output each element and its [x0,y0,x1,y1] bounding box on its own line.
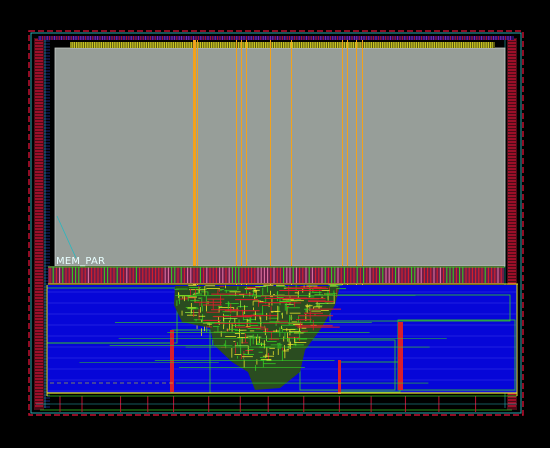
memory-pin-strip [70,42,495,48]
power-strap [362,40,363,290]
red-cell-column [398,322,403,390]
chip-layout-viewport[interactable]: MEM_PAR [0,0,550,448]
power-strap [193,40,196,290]
memory-io-channel [48,266,504,284]
red-cell-column [338,360,341,394]
power-strap [270,40,271,290]
power-strap [347,40,348,290]
top-pin-row [38,36,514,40]
power-strap [356,40,357,290]
power-strap [197,40,198,290]
power-strap [246,40,247,290]
chip-layout-canvas [0,0,550,448]
power-strap [291,40,292,290]
memory-macro-block [54,47,506,267]
power-strap [241,40,242,290]
power-strap [342,40,343,290]
power-strap [236,40,237,290]
